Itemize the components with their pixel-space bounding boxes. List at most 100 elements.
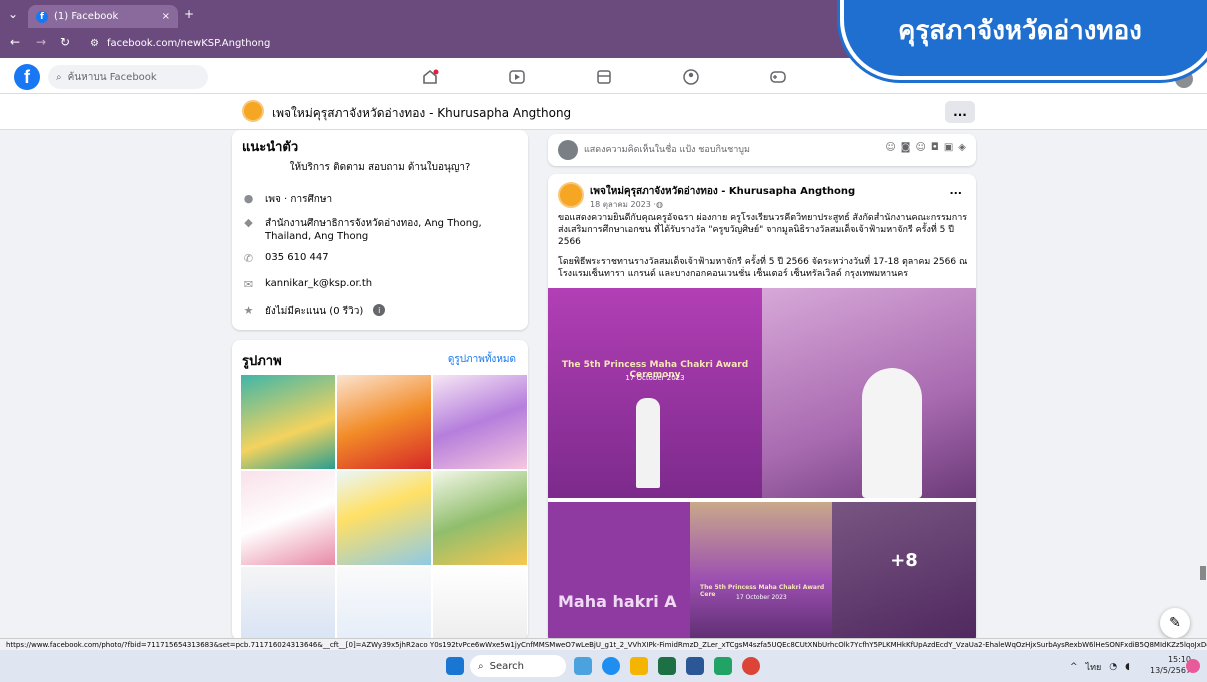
language-indicator[interactable]: ไทย xyxy=(1086,660,1102,674)
edit-icon: ✎ xyxy=(1169,615,1181,631)
excel-icon[interactable] xyxy=(658,657,676,675)
page-avatar[interactable] xyxy=(242,100,264,122)
see-all-photos-link[interactable]: ดูรูปภาพทั้งหมด xyxy=(448,352,516,367)
reload-icon[interactable]: ↻ xyxy=(60,35,70,49)
facebook-favicon-icon: f xyxy=(36,10,48,23)
intro-card: แนะนำตัว ให้บริการ ติดตาม สอบถาม ด้านใบอ… xyxy=(232,130,528,330)
line-icon[interactable] xyxy=(714,657,732,675)
more-overlay xyxy=(832,502,976,644)
post-text-1: ขอแสดงความยินดีกับคุณครูอัจฉรา ผ่องกาย ค… xyxy=(558,213,968,247)
page-more-button[interactable]: ... xyxy=(945,101,975,123)
status-bar-url: https://www.facebook.com/photo/?fbid=711… xyxy=(0,638,1207,650)
more-photos-count: +8 xyxy=(890,550,918,571)
speech-bubble-text: คุรุสภาจังหวัดอ่างทอง xyxy=(898,16,1142,46)
intro-title: แนะนำตัว xyxy=(242,140,299,155)
intro-bio: ให้บริการ ติดตาม สอบถาม ด้านใบอนุญา? xyxy=(289,162,471,173)
post-author-avatar[interactable] xyxy=(558,182,584,208)
post-photo[interactable]: The 5th Princess Maha Chakri Award Cerem… xyxy=(548,288,762,498)
post-photo[interactable]: The 5th Princess Maha Chakri Award Cere … xyxy=(690,502,832,644)
phone-icon: ✆ xyxy=(243,252,254,265)
composer-avatar xyxy=(558,140,578,160)
post-card: เพจใหม่คุรุสภาจังหวัดอ่างทอง - Khurusaph… xyxy=(548,174,976,644)
photo-thumbnail[interactable] xyxy=(432,566,528,640)
start-icon[interactable] xyxy=(446,657,464,675)
facebook-logo[interactable]: f xyxy=(14,64,40,90)
file-explorer-icon[interactable] xyxy=(630,657,648,675)
post-photo[interactable] xyxy=(762,288,976,498)
url-field[interactable]: ⚙ facebook.com/newKSP.Angthong xyxy=(90,33,790,53)
photo-date: 17 October 2023 xyxy=(736,594,787,601)
photo-thumbnail[interactable] xyxy=(432,470,528,566)
page-header-bar xyxy=(0,94,1207,130)
photo-thumbnail[interactable] xyxy=(240,566,336,640)
globe-icon: ◍ xyxy=(655,200,663,209)
groups-icon[interactable] xyxy=(679,66,703,88)
tab-close-icon[interactable]: × xyxy=(162,11,170,22)
page-category: เพจ · การศึกษา xyxy=(265,194,333,205)
gif-icon[interactable]: ▣ xyxy=(944,142,953,153)
chevron-up-icon[interactable]: ^ xyxy=(1070,662,1078,672)
photo-date: 17 October 2023 xyxy=(625,374,685,382)
post-author-name[interactable]: เพจใหม่คุรุสภาจังหวัดอ่างทอง - Khurusaph… xyxy=(590,184,855,199)
gaming-icon[interactable] xyxy=(766,66,790,88)
photo-thumbnail[interactable] xyxy=(336,566,432,640)
facebook-search-input[interactable]: ⌕ ค้นหาบน Facebook xyxy=(48,65,208,89)
star-icon: ★ xyxy=(243,304,254,317)
page-phone: 035 610 447 xyxy=(265,252,329,263)
photos-title: รูปภาพ xyxy=(242,354,282,369)
back-icon[interactable]: ← xyxy=(10,35,20,49)
emoji-icon[interactable]: ☺ xyxy=(915,142,925,153)
rating-info-icon[interactable]: i xyxy=(373,304,386,316)
tab-title: (1) Facebook xyxy=(54,11,119,22)
post-text-2: โดยพิธีพระราชทานรางวัลสมเด็จเจ้าฟ้ามหาจั… xyxy=(558,257,968,279)
widgets-icon[interactable] xyxy=(574,657,592,675)
clock-date: 13/5/2567 xyxy=(1150,666,1192,675)
page-address[interactable]: สำนักงานศึกษาธิการจังหวัดอ่างทอง, Ang Th… xyxy=(265,216,518,242)
photos-card: รูปภาพ ดูรูปภาพทั้งหมด xyxy=(232,340,528,640)
scrollbar-thumb[interactable] xyxy=(1200,566,1206,580)
page-rating: ยังไม่มีคะแนน (0 รีวิว) xyxy=(265,306,364,317)
new-message-button[interactable]: ✎ xyxy=(1160,608,1190,638)
sticker-icon[interactable]: ◙ xyxy=(901,142,911,153)
comment-composer: แสดงความคิดเห็นในชื่อ แป้ง ชอบกินชาบูม ☺… xyxy=(548,134,976,166)
tab-list-icon[interactable]: ⌄ xyxy=(6,7,20,21)
marketplace-icon[interactable] xyxy=(592,66,616,88)
person-figure xyxy=(862,368,922,498)
photo-thumbnail[interactable] xyxy=(336,374,432,470)
composer-input[interactable]: แสดงความคิดเห็นในชื่อ แป้ง ชอบกินชาบูม xyxy=(584,140,864,160)
post-photo-more[interactable]: +8 xyxy=(832,502,976,644)
video-icon[interactable] xyxy=(505,66,529,88)
browser-tab[interactable]: f (1) Facebook × xyxy=(28,5,178,28)
location-icon: ◆ xyxy=(244,216,253,229)
photo-thumbnail[interactable] xyxy=(240,374,336,470)
photo-thumbnail[interactable] xyxy=(432,374,528,470)
copilot-icon[interactable] xyxy=(1186,659,1200,673)
home-icon[interactable] xyxy=(418,66,442,88)
info-icon: ● xyxy=(243,192,254,205)
sticker2-icon[interactable]: ◈ xyxy=(958,142,966,153)
taskbar-search[interactable]: ⌕ Search xyxy=(470,655,566,677)
avatar-sticker-icon[interactable]: ☺ xyxy=(885,142,895,153)
page-title[interactable]: เพจใหม่คุรุสภาจังหวัดอ่างทอง - Khurusaph… xyxy=(272,104,571,123)
page-email[interactable]: kannikar_k@ksp.or.th xyxy=(265,278,372,289)
edge-icon[interactable] xyxy=(602,657,620,675)
volume-icon[interactable]: ◖ xyxy=(1125,662,1130,672)
post-photo[interactable]: Maha hakri A xyxy=(548,502,690,644)
search-icon: ⌕ xyxy=(56,71,62,83)
clock-time: 15:10 xyxy=(1167,655,1192,664)
taskbar-search-label: Search xyxy=(489,660,524,672)
photo-thumbnail[interactable] xyxy=(336,470,432,566)
post-more-button[interactable]: ... xyxy=(949,184,962,197)
site-settings-icon[interactable]: ⚙ xyxy=(90,38,99,49)
search-placeholder: ค้นหาบน Facebook xyxy=(67,71,157,83)
wifi-icon[interactable]: ◔ xyxy=(1109,662,1117,672)
photo-thumbnail[interactable] xyxy=(240,470,336,566)
taskbar-clock[interactable]: 15:10 13/5/2567 xyxy=(1150,654,1191,676)
photo-text: Maha hakri A xyxy=(558,592,677,611)
new-tab-button[interactable]: + xyxy=(182,6,196,22)
camera-icon[interactable]: ◘ xyxy=(931,142,939,153)
forward-icon[interactable]: → xyxy=(36,35,46,49)
post-timestamp[interactable]: 18 ตุลาคม 2023 · xyxy=(590,198,656,211)
chrome-icon[interactable] xyxy=(742,657,760,675)
word-icon[interactable] xyxy=(686,657,704,675)
